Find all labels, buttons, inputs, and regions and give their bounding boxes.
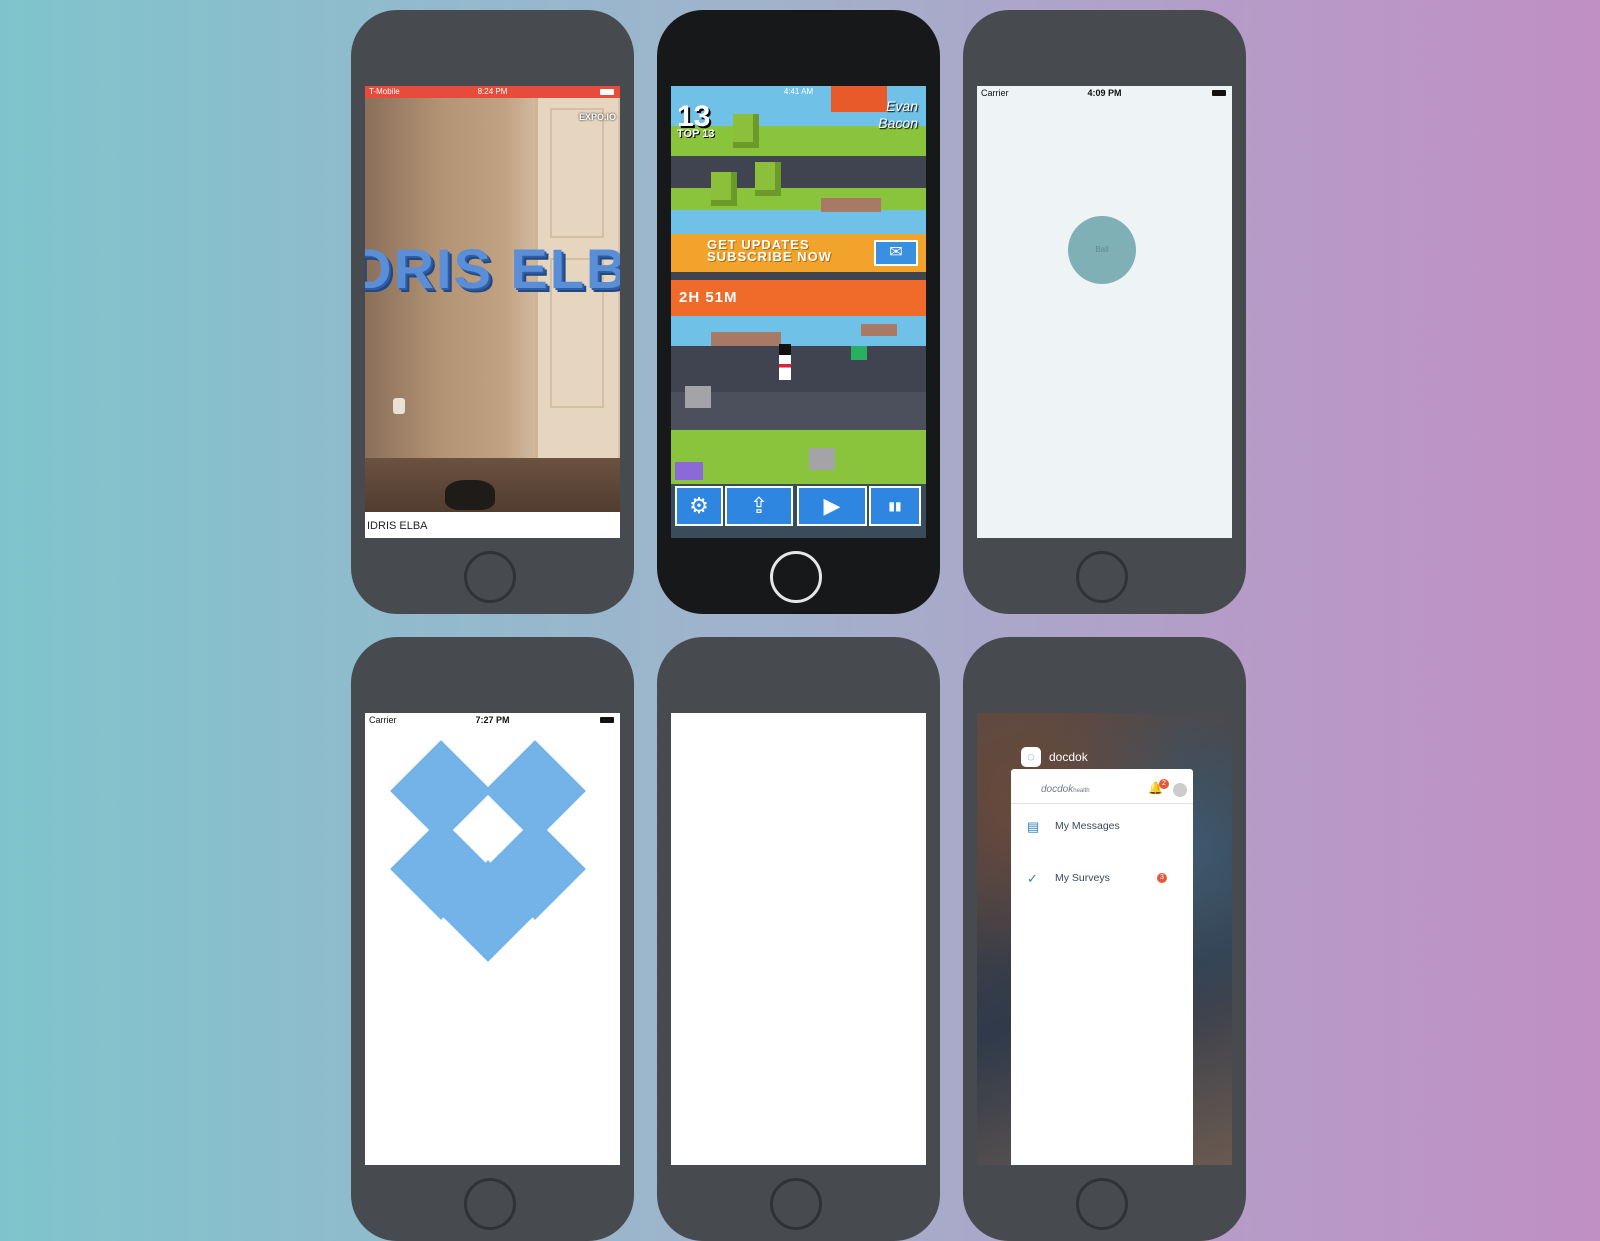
blank-screen[interactable] bbox=[671, 713, 926, 1165]
status-bar: T-Mobile 8:24 PM bbox=[365, 86, 620, 98]
phone-docdok: ◌ docdok docdokhealth 🔔 2 ▤ My Messages … bbox=[963, 637, 1246, 1241]
player-name: Evan Bacon bbox=[878, 98, 918, 132]
share-icon: ⇪ bbox=[749, 493, 769, 518]
ar-3d-text: DRIS ELBA bbox=[365, 237, 620, 300]
status-bar: 4:41 AM bbox=[671, 86, 926, 98]
brand-suffix: health bbox=[1073, 788, 1090, 794]
status-time: 4:41 AM bbox=[783, 87, 814, 96]
phone-ball: Carrier 4:09 PM Ball bbox=[963, 10, 1246, 614]
docdok-screen[interactable]: ◌ docdok docdokhealth 🔔 2 ▤ My Messages … bbox=[977, 713, 1232, 1165]
dropbox-screen[interactable]: Carrier 7:27 PM bbox=[365, 713, 620, 1165]
status-time: 4:09 PM bbox=[1087, 88, 1122, 98]
rock bbox=[809, 448, 835, 470]
home-button[interactable] bbox=[464, 1178, 516, 1230]
battery-icon bbox=[600, 717, 614, 723]
leaderboard-icon: ▮▮ bbox=[888, 499, 902, 513]
battery-icon bbox=[1212, 90, 1226, 96]
phone-dropbox: Carrier 7:27 PM bbox=[351, 637, 634, 1241]
game-screen[interactable]: 4:41 AM 13 TOP 13 Evan Bacon GET UPDATES… bbox=[671, 86, 926, 538]
ar-screen[interactable]: DRIS ELBA EXPO.IO T-Mobile 8:24 PM IDRIS… bbox=[365, 86, 620, 538]
tree bbox=[711, 172, 737, 206]
phone-ar-demo: DRIS ELBA EXPO.IO T-Mobile 8:24 PM IDRIS… bbox=[351, 10, 634, 614]
chat-icon: ▤ bbox=[1027, 819, 1040, 834]
timer-banner: 2H 51M bbox=[671, 280, 926, 316]
outlet bbox=[393, 398, 405, 414]
home-button[interactable] bbox=[464, 551, 516, 603]
card-header: docdokhealth 🔔 2 bbox=[1011, 769, 1193, 804]
game-canvas[interactable]: 4:41 AM 13 TOP 13 Evan Bacon GET UPDATES… bbox=[671, 86, 926, 538]
phone-game: 4:41 AM 13 TOP 13 Evan Bacon GET UPDATES… bbox=[657, 10, 940, 614]
check-icon: ✓ bbox=[1027, 871, 1038, 886]
ar-camera-view: DRIS ELBA EXPO.IO bbox=[365, 98, 620, 518]
subscribe-banner[interactable]: GET UPDATES SUBSCRIBE NOW ✉ bbox=[671, 234, 926, 272]
play-button[interactable]: ▶ bbox=[797, 486, 867, 526]
timer-text: 2H 51M bbox=[679, 289, 738, 306]
phone-blank bbox=[657, 637, 940, 1241]
battery-icon bbox=[600, 89, 614, 95]
game-controls: ⚙ ⇪ ▶ ▮▮ bbox=[671, 484, 926, 530]
top-score: TOP 13 bbox=[677, 128, 715, 140]
log bbox=[861, 324, 897, 336]
tree bbox=[733, 114, 759, 148]
draggable-ball[interactable]: Ball bbox=[1068, 216, 1136, 284]
ar-caption: IDRIS ELBA bbox=[365, 512, 620, 538]
docdok-logo-icon: ◌ bbox=[1021, 747, 1041, 767]
rock bbox=[685, 386, 711, 408]
status-time: 7:27 PM bbox=[475, 715, 510, 725]
status-bar: Carrier 7:27 PM bbox=[365, 713, 620, 727]
gear-icon: ⚙ bbox=[689, 493, 709, 518]
log bbox=[821, 198, 881, 212]
settings-button[interactable]: ⚙ bbox=[675, 486, 723, 526]
subscribe-line2: SUBSCRIBE NOW bbox=[707, 249, 832, 264]
player-name-line1: Evan bbox=[886, 98, 918, 114]
avatar[interactable] bbox=[1173, 783, 1187, 797]
app-name: docdok bbox=[1049, 750, 1088, 764]
menu-item-label: My Messages bbox=[1055, 820, 1120, 832]
lily-pad bbox=[851, 346, 867, 360]
home-button[interactable] bbox=[1076, 1178, 1128, 1230]
log bbox=[711, 332, 781, 346]
shoes bbox=[445, 480, 495, 510]
tree bbox=[755, 162, 781, 196]
home-button[interactable] bbox=[1076, 551, 1128, 603]
subscribe-text: GET UPDATES SUBSCRIBE NOW bbox=[707, 238, 832, 264]
expo-badge: EXPO.IO bbox=[578, 112, 616, 122]
player-name-line2: Bacon bbox=[878, 115, 918, 131]
car bbox=[675, 462, 703, 480]
menu-item-surveys[interactable]: ✓ My Surveys 3 bbox=[1027, 861, 1187, 901]
home-button[interactable] bbox=[770, 1178, 822, 1230]
app-card[interactable]: docdokhealth 🔔 2 ▤ My Messages ✓ My Surv… bbox=[1011, 769, 1193, 1165]
ball-screen[interactable]: Carrier 4:09 PM Ball bbox=[977, 86, 1232, 538]
status-time: 8:24 PM bbox=[477, 87, 508, 96]
home-button[interactable] bbox=[770, 551, 822, 603]
survey-badge: 3 bbox=[1157, 873, 1167, 883]
player-character bbox=[779, 344, 791, 380]
leaderboard-button[interactable]: ▮▮ bbox=[869, 486, 921, 526]
share-button[interactable]: ⇪ bbox=[725, 486, 793, 526]
menu-item-label: My Surveys bbox=[1055, 872, 1110, 884]
play-icon: ▶ bbox=[823, 493, 841, 518]
menu-item-messages[interactable]: ▤ My Messages bbox=[1027, 809, 1187, 849]
status-bar: Carrier 4:09 PM bbox=[977, 86, 1232, 100]
mail-icon[interactable]: ✉ bbox=[874, 240, 918, 266]
brand-logo: docdokhealth bbox=[1041, 784, 1090, 795]
notification-badge: 2 bbox=[1159, 779, 1169, 789]
